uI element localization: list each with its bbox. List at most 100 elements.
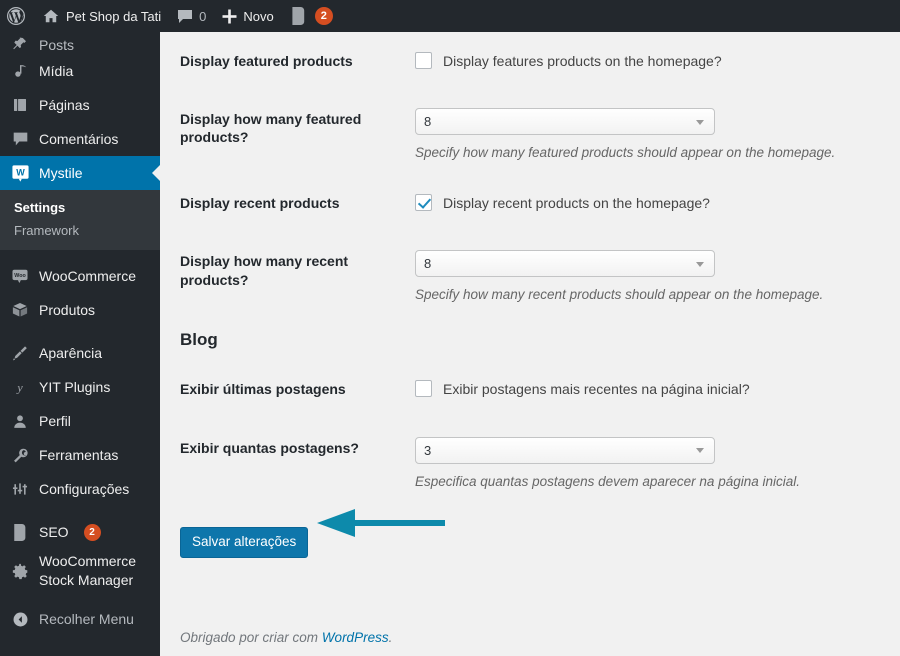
- product-box-icon: [10, 300, 30, 320]
- sidebar-item-label-ferramentas: Ferramentas: [39, 446, 119, 463]
- setting-description: Specify how many featured products shoul…: [415, 145, 836, 161]
- media-icon: [10, 61, 30, 81]
- sidebar-item-label-configuracoes: Configurações: [39, 480, 130, 497]
- adminbar-site-name: Pet Shop da Tati: [66, 8, 162, 24]
- save-changes-button[interactable]: Salvar alterações: [180, 526, 309, 558]
- sidebar-separator: [0, 250, 160, 259]
- paintbrush-icon: [10, 343, 30, 363]
- checkbox-display-recent-products[interactable]: Display recent products on the homepage?: [415, 192, 900, 212]
- setting-label: Display featured products: [180, 53, 353, 69]
- sidebar-item-midia[interactable]: Mídia: [0, 54, 160, 88]
- sidebar-item-label-yit-plugins: YIT Plugins: [39, 378, 111, 395]
- wordpress-logo-icon: [6, 6, 26, 26]
- woocommerce-icon: Woo: [10, 266, 30, 286]
- setting-label: Display how many featured products?: [180, 111, 362, 146]
- adminbar-new-button[interactable]: Novo: [214, 0, 281, 32]
- sidebar-item-woocommerce[interactable]: Woo WooCommerce: [0, 259, 160, 293]
- adminbar-site-name-button[interactable]: Pet Shop da Tati: [34, 0, 169, 32]
- sidebar-item-aparencia[interactable]: Aparência: [0, 336, 160, 370]
- setting-field: 8 Specify how many featured products sho…: [415, 90, 900, 174]
- sidebar-item-label-posts: Posts: [39, 37, 75, 54]
- left-arrow-annotation-icon: [315, 506, 450, 540]
- wrench-icon: [10, 445, 30, 465]
- checkbox-label: Display features products on the homepag…: [443, 52, 722, 69]
- yoast-seo-icon: [290, 7, 307, 25]
- setting-label: Display recent products: [180, 195, 340, 212]
- sidebar-item-comentarios[interactable]: Comentários: [0, 122, 160, 156]
- checkbox-display-featured-products[interactable]: Display features products on the homepag…: [415, 50, 900, 69]
- sidebar-submenu-item-framework[interactable]: Framework: [0, 219, 160, 242]
- select-post-count[interactable]: 3: [415, 436, 715, 464]
- setting-row-exibir-quantas-postagens: Exibir quantas postagens? 3 Especifica q…: [160, 419, 900, 503]
- setting-row-display-recent-products: Display recent products Display recent p…: [160, 174, 900, 232]
- adminbar-yoast-badge: 2: [314, 7, 333, 25]
- sidebar-separator: [0, 506, 160, 515]
- setting-row-exibir-ultimas-postagens: Exibir últimas postagens Exibir postagen…: [160, 360, 900, 418]
- select-featured-product-count[interactable]: 8: [415, 108, 715, 136]
- collapse-arrow-icon: [10, 609, 30, 629]
- footer-text-before: Obrigado por criar com: [180, 630, 322, 645]
- sidebar-item-perfil[interactable]: Perfil: [0, 404, 160, 438]
- setting-label: Exibir últimas postagens: [180, 381, 346, 398]
- sidebar-item-label-collapse-menu: Recolher Menu: [39, 610, 134, 627]
- sidebar-item-posts[interactable]: Posts: [0, 32, 160, 54]
- setting-description: Specify how many recent products should …: [415, 287, 824, 303]
- sidebar-separator: [0, 327, 160, 336]
- sidebar-item-label-woocommerce-stock-manager: WooCommerce Stock Manager: [39, 553, 136, 588]
- select-value: 8: [424, 114, 432, 130]
- sidebar-item-configuracoes[interactable]: Configurações: [0, 472, 160, 506]
- footer-text-after: .: [388, 630, 393, 645]
- sidebar-item-yit-plugins[interactable]: y YIT Plugins: [0, 370, 160, 404]
- sidebar-item-label-comentarios: Comentários: [39, 130, 119, 147]
- plus-icon: [222, 9, 237, 24]
- checkbox-box[interactable]: [415, 380, 432, 398]
- admin-sidebar-menu: Posts Mídia Páginas Comentários W Mystil…: [0, 32, 160, 656]
- checkbox-box[interactable]: [415, 194, 432, 212]
- chevron-down-icon: [696, 261, 704, 267]
- checkbox-label: Exibir postagens mais recentes na página…: [443, 380, 750, 397]
- setting-field: Display recent products on the homepage?: [415, 174, 900, 232]
- setting-field: 3 Especifica quantas postagens devem apa…: [415, 419, 900, 503]
- adminbar-comments-count: 0: [199, 8, 207, 24]
- sidebar-badge-seo: 2: [83, 523, 101, 541]
- yith-icon: y: [10, 377, 30, 397]
- checkbox-exibir-ultimas-postagens[interactable]: Exibir postagens mais recentes na página…: [415, 378, 900, 398]
- home-icon: [42, 7, 60, 25]
- sidebar-separator: [0, 593, 160, 602]
- setting-row-how-many-recent-products: Display how many recent products? 8 Spec…: [160, 232, 900, 316]
- setting-row-how-many-featured-products: Display how many featured products? 8 Sp…: [160, 90, 900, 174]
- adminbar-wp-logo-button[interactable]: [0, 0, 34, 32]
- sidebar-item-paginas[interactable]: Páginas: [0, 88, 160, 122]
- sidebar-item-woocommerce-stock-manager[interactable]: WooCommerce Stock Manager: [0, 549, 160, 593]
- sidebar-item-seo[interactable]: SEO 2: [0, 515, 160, 549]
- sidebar-item-label-perfil: Perfil: [39, 412, 71, 429]
- sidebar-submenu-item-settings[interactable]: Settings: [0, 196, 160, 219]
- sidebar-item-label-midia: Mídia: [39, 62, 74, 79]
- setting-row-display-featured-products: Display featured products Display featur…: [160, 32, 900, 90]
- setting-label: Exibir quantas postagens?: [180, 439, 359, 456]
- checkbox-box[interactable]: [415, 52, 432, 69]
- setting-field: 8 Specify how many recent products shoul…: [415, 232, 900, 316]
- chevron-down-icon: [696, 119, 704, 125]
- sidebar-item-collapse-menu[interactable]: Recolher Menu: [0, 602, 160, 636]
- sidebar-item-label-aparencia: Aparência: [39, 344, 103, 361]
- user-icon: [10, 411, 30, 431]
- section-heading-blog: Blog: [180, 330, 218, 350]
- adminbar-yoast-button[interactable]: 2: [282, 0, 341, 32]
- select-value: 8: [424, 256, 432, 272]
- setting-field: Display features products on the homepag…: [415, 32, 900, 90]
- adminbar-comments-button[interactable]: 0: [169, 0, 214, 32]
- main-content: Display featured products Display featur…: [160, 32, 900, 656]
- sidebar-item-label-mystile: Mystile: [39, 164, 83, 181]
- setting-field: Exibir postagens mais recentes na página…: [415, 360, 900, 418]
- sidebar-item-label-seo: SEO: [39, 523, 69, 540]
- admin-bar: Pet Shop da Tati 0 Novo 2: [0, 0, 900, 32]
- sidebar-item-mystile[interactable]: W Mystile: [0, 156, 160, 190]
- comment-bubble-icon: [177, 9, 193, 24]
- footer-wordpress-link[interactable]: WordPress: [322, 630, 389, 645]
- sidebar-item-ferramentas[interactable]: Ferramentas: [0, 438, 160, 472]
- sidebar-item-produtos[interactable]: Produtos: [0, 293, 160, 327]
- adminbar-new-label: Novo: [243, 8, 274, 24]
- submit-area: Salvar alterações: [160, 503, 900, 558]
- select-recent-product-count[interactable]: 8: [415, 250, 715, 278]
